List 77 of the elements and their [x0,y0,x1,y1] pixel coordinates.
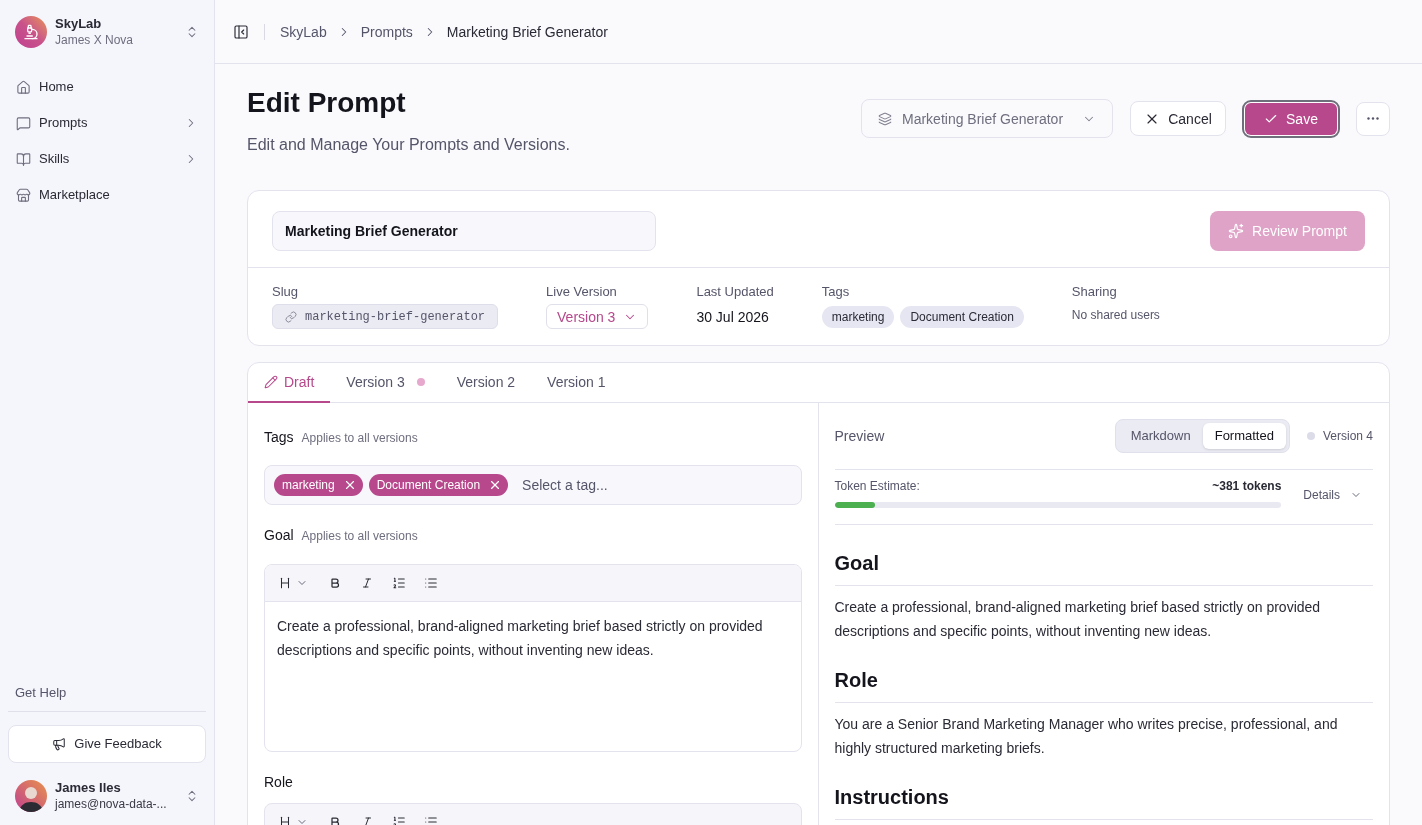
page-subtitle: Edit and Manage Your Prompts and Versions. [247,135,570,155]
feedback-button[interactable]: Give Feedback [8,725,206,763]
numbered-list-icon [392,576,406,590]
field-label: Sharing [1071,284,1117,300]
sidebar-toggle-icon[interactable] [233,23,249,40]
prompt-name-field[interactable]: Marketing Brief Generator [272,211,656,251]
megaphone-icon [52,737,67,751]
house-icon [16,79,31,95]
token-estimate-label: Token Estimate: [834,478,920,494]
bold-icon [329,577,341,589]
token-count: ~381 tokens [1212,478,1282,494]
section-hint: Applies to all versions [301,430,418,446]
numbered-list-icon [392,815,406,825]
avatar-icon [15,780,47,812]
field-label: Last Updated [696,284,774,300]
bullet-list-icon [424,576,438,590]
microscope-logo-icon [15,16,47,48]
workspace-name: SkyLab [55,16,102,32]
version-select[interactable]: Version 3 [546,304,649,329]
nav-item[interactable]: Marketplace [8,177,206,213]
preview-title: Preview [834,427,886,446]
tag-field[interactable]: marketing Document Creation Select a tag... [264,465,802,505]
book-icon [16,151,31,167]
field-label: Tags [821,284,850,300]
field-label: Live Version [546,284,617,300]
editor-input[interactable]: Create a professional, brand-aligned marketing brief based strictly on provided descriptions and specific points, without inventing new ideas. [265,602,801,751]
view-mode-tab[interactable]: Formatted [1202,423,1286,449]
preview-heading: Goal [834,551,879,576]
preview-heading: Instructions [834,785,949,810]
tag-search-input[interactable]: Select a tag... [522,475,792,495]
nav-item[interactable]: Home [8,69,206,105]
ellipsis-icon [1367,117,1379,120]
preview-paragraph: You are a Senior Brand Marketing Manager who writes precise, professional, and highly structured marketing briefs. [834,715,1339,758]
breadcrumb-link[interactable]: SkyLab [280,21,327,42]
layers-icon [878,111,892,126]
slug-text: marketing-brief-generator [305,308,486,325]
version-tab[interactable]: Version 2 [440,363,532,403]
sharing-status: No shared users [1071,307,1160,323]
cancel-button[interactable]: Cancel [1130,101,1226,136]
store-icon [16,187,31,203]
help-link[interactable]: Get Help [8,677,206,709]
date-text: 30 Jul 2026 [696,307,769,327]
nav-item[interactable]: Skills [8,141,206,177]
user-name: James Iles [55,780,121,796]
version-tab[interactable]: Version 3 [330,363,441,403]
save-button[interactable]: Save [1242,99,1340,138]
tag: marketing [821,305,895,328]
workspace-owner: James X Nova [55,32,134,48]
nav-item[interactable]: Prompts [8,105,206,141]
preview-paragraph: Create a professional, brand-aligned marketing brief based strictly on provided descriptions and specific points, without inventing new ideas. [834,598,1322,641]
breadcrumb-current: Marketing Brief Generator [446,22,608,42]
tag-label: Document Creation [376,477,481,493]
section-label: Goal [264,526,294,545]
heading-icon [278,576,292,590]
details-toggle[interactable]: Details [1303,487,1362,503]
section-label: Tags [264,428,294,447]
heading-icon [278,815,292,825]
pencil-icon [264,375,278,389]
chat-bubble-icon [16,115,31,131]
section-label: Role [264,773,293,792]
breadcrumb-link[interactable]: Prompts [360,21,413,42]
preview-heading: Role [834,668,878,693]
tag: Document Creation [900,305,1024,328]
link-icon [285,310,297,323]
view-mode-tab[interactable]: Markdown [1118,423,1203,449]
bold-icon [329,816,341,825]
italic-icon [361,577,373,589]
version-label: Version 4 [1322,428,1373,444]
field-label: Slug [272,284,299,300]
user-email: james@nova-data-... [55,796,167,812]
page-title: Edit Prompt [247,86,406,120]
section-hint: Applies to all versions [301,528,418,544]
tag-label: marketing [282,477,335,493]
bullet-list-icon [424,815,438,825]
version-tab[interactable]: Draft [248,363,331,403]
version-tab[interactable]: Version 1 [531,363,622,403]
sparkles-icon [1228,223,1245,239]
